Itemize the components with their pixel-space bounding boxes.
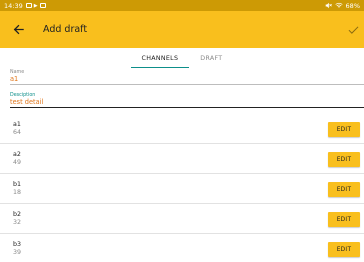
list-item-texts: b2 32	[13, 211, 21, 227]
edit-button[interactable]: EDIT	[328, 212, 360, 227]
list-item-texts: b1 18	[13, 181, 21, 197]
channel-name: b1	[13, 180, 22, 188]
name-field[interactable]: Name a1	[10, 70, 364, 85]
edit-button[interactable]: EDIT	[328, 242, 360, 257]
list-item: b2 32 EDIT	[0, 204, 364, 234]
status-time: 14:39	[4, 1, 23, 10]
channel-value: 32	[13, 218, 22, 226]
list-item: b3 39 EDIT	[0, 234, 364, 262]
status-bar-right: 68%	[325, 2, 360, 10]
name-field-underline	[10, 84, 364, 85]
list-item-texts: b3 39	[13, 241, 21, 257]
battery-level: 68%	[345, 1, 360, 10]
wifi-icon	[334, 2, 343, 8]
list-item: a2 49 EDIT	[0, 144, 364, 174]
tab-channels[interactable]: CHANNELS	[130, 48, 190, 68]
channel-name: b2	[13, 210, 22, 218]
status-notification-icons: ▶	[25, 2, 46, 9]
channel-name: a2	[13, 150, 21, 158]
description-field[interactable]: Desciption test detail	[10, 93, 364, 109]
status-bar-left: 14:39 ▶	[4, 2, 46, 10]
arrow-left-icon	[13, 24, 24, 35]
channel-value: 39	[13, 248, 22, 256]
page-title: Add draft	[43, 24, 88, 35]
list-item: b1 18 EDIT	[0, 174, 364, 204]
tab-bar: CHANNELS DRAFT	[0, 48, 364, 68]
status-bar: 14:39 ▶ 68%	[0, 0, 364, 11]
check-icon	[348, 25, 358, 34]
edit-button[interactable]: EDIT	[328, 152, 360, 167]
save-button[interactable]	[342, 11, 364, 48]
image-icon	[25, 3, 32, 8]
play-icon: ▶	[33, 2, 38, 9]
name-field-value[interactable]: a1	[10, 75, 364, 83]
tab-draft[interactable]: DRAFT	[189, 48, 233, 68]
list-item-texts: a1 64	[13, 121, 21, 137]
edit-button[interactable]: EDIT	[328, 122, 360, 137]
back-button[interactable]	[3, 11, 33, 48]
channel-value: 64	[13, 128, 22, 136]
channel-value: 49	[13, 158, 22, 166]
channel-list: a1 64 EDIT a2 49 EDIT b1 18 EDIT b2 32 E…	[0, 114, 364, 262]
channel-name: a1	[13, 120, 21, 128]
channel-value: 18	[13, 188, 22, 196]
list-item: a1 64 EDIT	[0, 114, 364, 144]
description-field-underline	[10, 107, 364, 109]
gallery-icon	[39, 3, 46, 8]
list-item-texts: a2 49	[13, 151, 21, 167]
app-bar: Add draft	[0, 11, 364, 48]
description-field-value[interactable]: test detail	[10, 98, 364, 106]
mute-icon	[325, 2, 332, 9]
channel-name: b3	[13, 240, 22, 248]
edit-button[interactable]: EDIT	[328, 182, 360, 197]
